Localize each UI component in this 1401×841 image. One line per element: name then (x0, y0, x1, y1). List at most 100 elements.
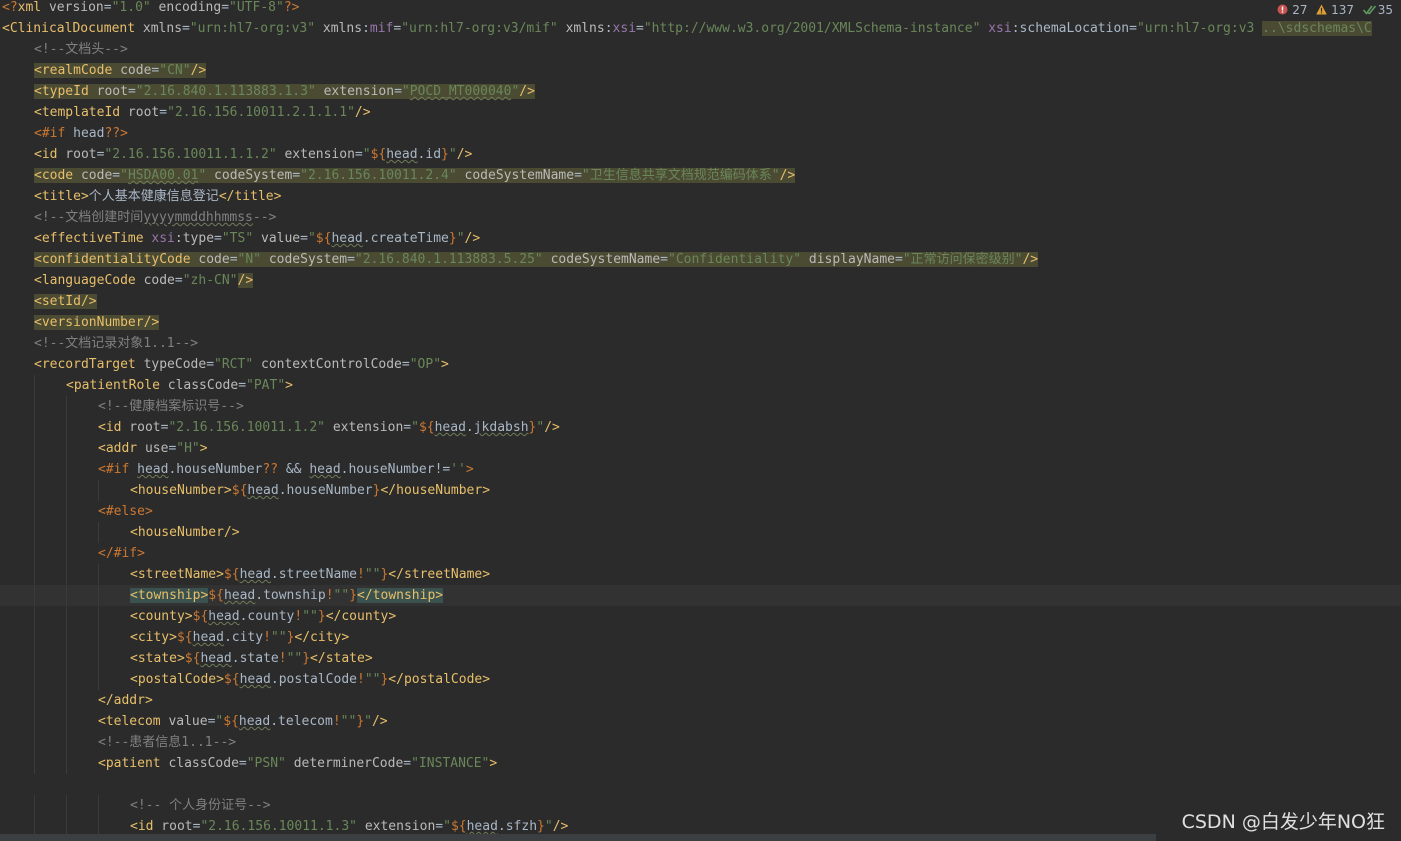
code-token: xmlns (135, 21, 183, 36)
code-token: } (441, 147, 449, 162)
code-token: extension (357, 819, 436, 834)
code-line[interactable]: <county>${head.county!""}</county> (0, 606, 1401, 627)
code-token: "2.16.156.10011.1.3" (200, 819, 357, 834)
code-token: "2.16.156.10011.1.2" (168, 420, 325, 435)
code-token: head (137, 462, 169, 477)
code-line[interactable]: <telecom value="${head.telecom!""}"/> (0, 711, 1401, 732)
code-token: "" (340, 714, 357, 729)
code-line[interactable]: <postalCode>${head.postalCode!""}</posta… (0, 669, 1401, 690)
code-token: <!--健康档案标识号--> (98, 399, 244, 414)
code-token: "H" (176, 441, 200, 456)
code-line[interactable]: <title>个人基本健康信息登记</title> (0, 186, 1401, 207)
code-line[interactable]: <id root = "2.16.156.10011.1.1.2" extensio… (0, 144, 1401, 165)
code-token: /> (552, 819, 569, 834)
code-line[interactable]: <#if head??> (0, 123, 1401, 144)
code-editor[interactable]: <?xml version="1.0" encoding="UTF-8"?> <C… (0, 0, 1401, 841)
code-token: <realmCode (34, 63, 113, 78)
code-token: use (137, 441, 169, 456)
code-token: classCode (159, 378, 239, 393)
code-line[interactable]: <!--文档头--> (0, 39, 1401, 60)
code-token: <recordTarget (34, 357, 136, 372)
code-token: ${ (315, 231, 332, 246)
code-token: } (448, 231, 457, 246)
code-line[interactable]: <languageCode code="zh-CN"/> (0, 270, 1401, 291)
code-token: = (894, 252, 903, 267)
code-token: = (300, 231, 308, 246)
code-token: : (604, 21, 613, 36)
code-line[interactable] (0, 774, 1401, 795)
code-token: ${ (192, 609, 209, 624)
code-line[interactable]: <code code="HSDA00.01" codeSystem="2.16.… (0, 165, 1401, 186)
code-line[interactable]: <!--患者信息1..1--> (0, 732, 1401, 753)
code-token: <county> (130, 609, 193, 624)
code-line[interactable]: </#if> (0, 543, 1401, 564)
code-token: ${ (223, 714, 239, 729)
code-line[interactable]: <typeId root="2.16.840.1.113883.1.3" ext… (0, 81, 1401, 102)
horizontal-scrollbar[interactable] (0, 834, 1156, 841)
code-token: "urn:hl7-org:v3 (1136, 21, 1263, 36)
code-token: : (362, 21, 370, 36)
code-token: head (466, 819, 498, 834)
code-line[interactable]: <patientRole classCode="PAT"> (0, 375, 1401, 396)
code-line[interactable]: <!--文档创建时间yyyymmddhhmmss--> (0, 207, 1401, 228)
code-line[interactable]: <setId/> (0, 291, 1401, 312)
code-line[interactable]: <#else> (0, 501, 1401, 522)
code-token: "urn:hl7-org:v3/mif" (401, 21, 558, 36)
code-line[interactable]: <patient classCode="PSN" determinerCode=… (0, 753, 1401, 774)
code-line[interactable]: <addr use="H"> (0, 438, 1401, 459)
code-token: </streetName> (388, 567, 491, 582)
code-line[interactable]: <#if head.houseNumber?? && head.houseNum… (0, 459, 1401, 480)
code-token: " (448, 147, 457, 162)
code-token: code (73, 168, 113, 183)
code-line[interactable]: <realmCode code="CN"/> (0, 60, 1401, 81)
code-token: <streetName> (130, 567, 224, 582)
code-line[interactable]: <city>${head.city!""}</city> (0, 627, 1401, 648)
code-line[interactable]: <versionNumber/> (0, 312, 1401, 333)
code-token: = (347, 252, 355, 267)
code-line[interactable]: <templateId root="2.16.156.10011.2.1.1.1… (0, 102, 1401, 123)
code-token: && (278, 462, 310, 477)
code-token: "2.16.840.1.113883.1.3" (135, 84, 316, 99)
code-line[interactable]: <houseNumber/> (0, 522, 1401, 543)
code-token: <postalCode> (130, 672, 224, 687)
code-token: .township (255, 588, 326, 603)
code-token: root (121, 420, 161, 435)
code-line[interactable]: <state>${head.state!""}</state> (0, 648, 1401, 669)
code-token: <!--患者信息1..1--> (98, 735, 237, 750)
code-token: </state> (310, 651, 373, 666)
code-line[interactable]: <houseNumber>${head.houseNumber}</houseN… (0, 480, 1401, 501)
code-line[interactable]: <effectiveTime xsi:type="TS" value="${he… (0, 228, 1401, 249)
code-token: head (208, 609, 240, 624)
code-token: = (159, 105, 168, 120)
code-token: .houseNumber!= (340, 462, 451, 477)
code-line[interactable]: <township>${head.township!""}</township> (0, 585, 1401, 606)
inspection-widget[interactable]: 27 137 35 (1273, 2, 1397, 19)
code-line[interactable]: <streetName>${head.streetName!""}</stree… (0, 564, 1401, 585)
code-token: "2.16.156.10011.2.4" (300, 168, 457, 183)
code-token: "urn:hl7-org:v3" (189, 21, 316, 36)
code-token: " (401, 84, 410, 99)
code-line[interactable]: <?xml version="1.0" encoding="UTF-8"?> (0, 0, 1401, 18)
code-token: <!--文档创建时间 (34, 210, 144, 225)
code-token: = (182, 21, 190, 36)
code-token: /> (464, 231, 481, 246)
code-token: xmlns (315, 21, 363, 36)
warning-count: 137 (1331, 3, 1355, 17)
code-token: <title> (34, 189, 89, 204)
code-token: ! (332, 714, 341, 729)
code-line[interactable]: <confidentialityCode code="N" codeSystem… (0, 249, 1401, 270)
code-line[interactable]: <id root="2.16.156.10011.1.2" extension=… (0, 417, 1401, 438)
code-line[interactable]: </addr> (0, 690, 1401, 711)
code-line[interactable]: <!--文档记录对象1..1--> (0, 333, 1401, 354)
code-token: <#else> (98, 504, 153, 519)
code-token: "RCT" (214, 357, 254, 372)
code-token: = (229, 252, 238, 267)
code-token: displayName (801, 252, 895, 267)
code-token: .houseNumber (278, 483, 373, 498)
code-line[interactable]: <ClinicalDocument xmlns="urn:hl7-org:v3"… (0, 18, 1401, 39)
code-token: head (192, 630, 224, 645)
code-line[interactable]: <recordTarget typeCode="RCT" contextCont… (0, 354, 1401, 375)
code-token: > (285, 378, 293, 393)
code-line[interactable]: <!--健康档案标识号--> (0, 396, 1401, 417)
code-token: code (135, 273, 175, 288)
